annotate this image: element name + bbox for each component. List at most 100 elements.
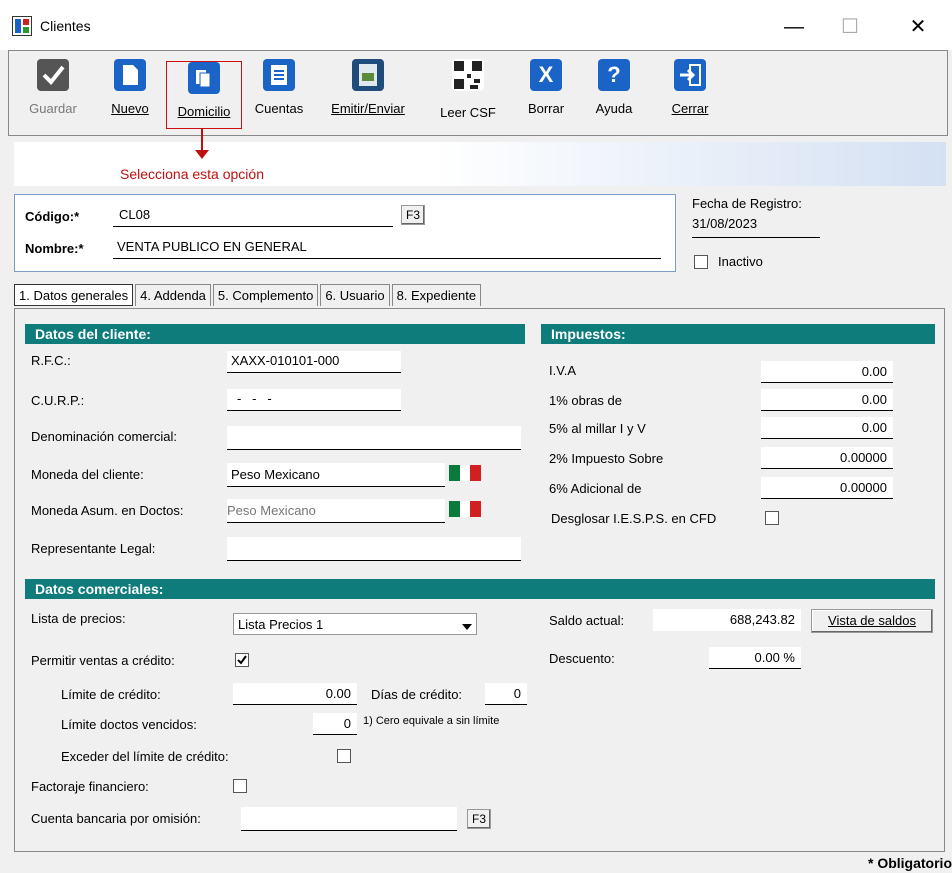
cuenta-bancaria-input[interactable] [241,807,457,831]
tab-expediente[interactable]: 8. Expediente [391,284,482,306]
address-icon [188,62,220,94]
inactivo-label: Inactivo [718,254,763,269]
qr-code-icon [452,59,484,91]
representante-label: Representante Legal: [31,541,156,556]
emitir-enviar-button[interactable]: Emitir/Enviar [323,57,413,133]
obras-label: 1% obras de [549,393,622,408]
rfc-input[interactable]: XAXX-010101-000 [227,351,401,373]
domicilio-button[interactable]: Domicilio [166,61,242,129]
limite-vencidos-label: Límite doctos vencidos: [61,717,197,732]
window-title: Clientes [40,18,91,34]
impuesto-sobre-label: 2% Impuesto Sobre [549,451,664,466]
desglosar-label: Desglosar I.E.S.P.S. en CFD [551,511,717,526]
iva-label: I.V.A [549,363,576,378]
fecha-registro-label: Fecha de Registro: [692,196,802,211]
tab-complemento[interactable]: 5. Complemento [212,284,319,306]
close-button[interactable]: ✕ [898,12,938,42]
codigo-input[interactable]: CL08 [113,205,393,227]
cuenta-f3-button[interactable]: F3 [467,809,491,829]
client-header-box: Código:* CL08 F3 Nombre:* VENTA PUBLICO … [14,194,676,272]
moneda-cliente-label: Moneda del cliente: [31,467,144,482]
lista-precios-select[interactable]: Lista Precios 1 [233,613,477,635]
iva-input[interactable]: 0.00 [761,361,893,383]
curp-label: C.U.R.P.: [31,393,85,408]
millar-input[interactable]: 0.00 [761,417,893,439]
impuesto-sobre-input[interactable]: 0.00000 [761,447,893,469]
mexico-flag-icon [449,465,482,481]
maximize-button[interactable]: ☐ [830,12,870,42]
app-icon [12,16,32,36]
factoraje-checkbox[interactable] [233,779,247,793]
lista-precios-label: Lista de precios: [31,611,126,626]
moneda-cliente-input[interactable]: Peso Mexicano [227,463,445,487]
delete-icon: X [530,59,562,91]
annotation-text: Selecciona esta opción [120,166,264,182]
nuevo-button[interactable]: Nuevo [101,57,159,133]
tab-datos-generales[interactable]: 1. Datos generales [14,284,134,306]
obras-input[interactable]: 0.00 [761,389,893,411]
limite-credito-label: Límite de crédito: [61,687,161,702]
guardar-button[interactable]: Guardar [17,57,89,133]
exceder-limite-checkbox[interactable] [337,749,351,763]
tab-addenda[interactable]: 4. Addenda [135,284,211,306]
checkmark-icon [37,59,69,91]
cuentas-button[interactable]: Cuentas [247,57,311,133]
descuento-label: Descuento: [549,651,615,666]
cuenta-bancaria-label: Cuenta bancaria por omisión: [31,811,201,826]
representante-input[interactable] [227,537,521,561]
lista-precios-value: Lista Precios 1 [238,617,324,632]
desglosar-checkbox[interactable] [765,511,779,525]
datos-cliente-header: Datos del cliente: [25,324,525,344]
obligatorio-note: * Obligatorio [868,855,952,871]
curp-input[interactable]: - - - [227,389,401,411]
impuestos-header: Impuestos: [541,324,935,344]
saldo-label: Saldo actual: [549,613,625,628]
codigo-f3-button[interactable]: F3 [401,205,425,225]
send-document-icon [352,59,384,91]
codigo-label: Código:* [25,209,80,224]
rfc-label: R.F.C.: [31,353,71,368]
nombre-label: Nombre:* [25,241,84,256]
millar-label: 5% al millar I y V [549,421,646,436]
saldo-value: 688,243.82 [653,609,801,631]
exceder-limite-label: Exceder del límite de crédito: [61,749,229,764]
list-icon [263,59,295,91]
datos-generales-panel: Datos del cliente: R.F.C.: XAXX-010101-0… [14,308,945,852]
chevron-down-icon[interactable] [462,619,472,634]
help-icon: ? [598,59,630,91]
descuento-input[interactable]: 0.00 % [709,647,801,669]
cerrar-button[interactable]: Cerrar [665,57,715,133]
datos-comerciales-header: Datos comerciales: [25,579,935,599]
leer-csf-button[interactable]: Leer CSF [433,57,503,133]
permitir-credito-label: Permitir ventas a crédito: [31,653,175,668]
annotation-arrow [201,128,203,152]
dias-credito-label: Días de crédito: [371,687,463,702]
limite-credito-input[interactable]: 0.00 [233,683,357,705]
adicional-input[interactable]: 0.00000 [761,477,893,499]
adicional-label: 6% Adicional de [549,481,642,496]
fecha-registro-value: 31/08/2023 [692,216,820,238]
toolbar: Guardar Nuevo Domicilio Cuentas Emitir/E… [8,50,948,136]
vista-saldos-button[interactable]: Vista de saldos [811,609,933,633]
tab-bar: 1. Datos generales 4. Addenda 5. Complemen… [14,284,483,308]
moneda-asum-label: Moneda Asum. en Doctos: [31,503,184,518]
title-bar: Clientes — ☐ ✕ [0,0,952,50]
dias-credito-input[interactable]: 0 [485,683,527,705]
inactivo-checkbox[interactable] [694,255,708,269]
denominacion-input[interactable] [227,426,521,450]
permitir-credito-checkbox[interactable] [235,653,249,667]
ayuda-button[interactable]: ? Ayuda [587,57,641,133]
tab-usuario[interactable]: 6. Usuario [320,284,390,306]
limite-vencidos-input[interactable]: 0 [313,713,357,735]
vencidos-note: 1) Cero equivale a sin límite [363,715,500,727]
minimize-button[interactable]: — [774,12,814,42]
denominacion-label: Denominación comercial: [31,429,177,444]
new-document-icon [114,59,146,91]
moneda-asum-input[interactable]: Peso Mexicano [227,499,445,523]
annotation-arrow-head [195,150,209,159]
nombre-input[interactable]: VENTA PUBLICO EN GENERAL [113,237,661,259]
mexico-flag-icon [449,501,482,517]
factoraje-label: Factoraje financiero: [31,779,149,794]
exit-icon [674,59,706,91]
borrar-button[interactable]: X Borrar [521,57,571,133]
